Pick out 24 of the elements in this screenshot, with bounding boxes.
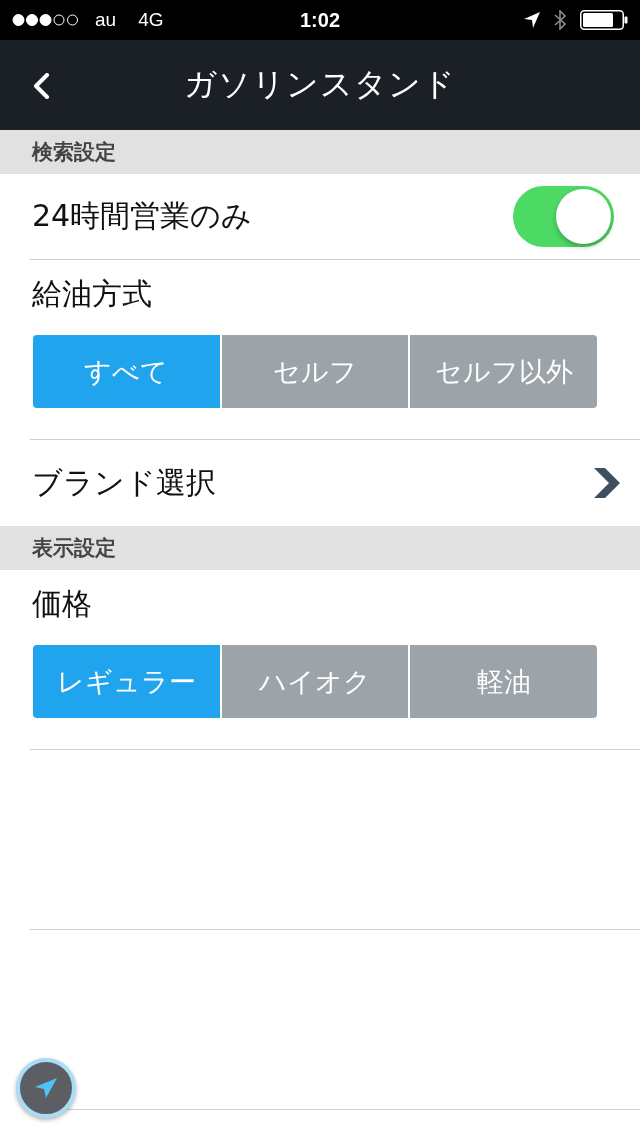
- location-arrow-icon: [35, 1078, 57, 1098]
- section-header: 検索設定: [0, 130, 640, 174]
- segment-option[interactable]: すべて: [33, 335, 220, 408]
- section-header: 表示設定: [0, 526, 640, 570]
- location-arrow-icon: [524, 12, 540, 28]
- segment-option[interactable]: ハイオク: [221, 645, 409, 718]
- segment-option[interactable]: 軽油: [410, 645, 597, 718]
- back-icon: [32, 73, 50, 99]
- segment-option[interactable]: セルフ以外: [410, 335, 597, 408]
- toggle-switch[interactable]: [513, 186, 614, 247]
- setting-label: 24時間営業のみ: [32, 197, 253, 235]
- screen-title: ガソリンスタンド: [184, 64, 456, 105]
- network-type: 4G: [138, 9, 164, 31]
- battery-icon: [580, 10, 628, 30]
- setting-label: 給油方式: [32, 275, 152, 313]
- bluetooth-icon: [554, 10, 566, 30]
- carrier-name: au: [95, 9, 117, 31]
- chevron-icon: [594, 468, 620, 498]
- setting-label: 価格: [32, 585, 92, 623]
- segment-option[interactable]: セルフ: [221, 335, 409, 408]
- segment-option[interactable]: レギュラー: [33, 645, 220, 718]
- status-time: 1:02: [300, 8, 340, 32]
- location-button[interactable]: [16, 1058, 76, 1118]
- signal-icon: [12, 14, 79, 26]
